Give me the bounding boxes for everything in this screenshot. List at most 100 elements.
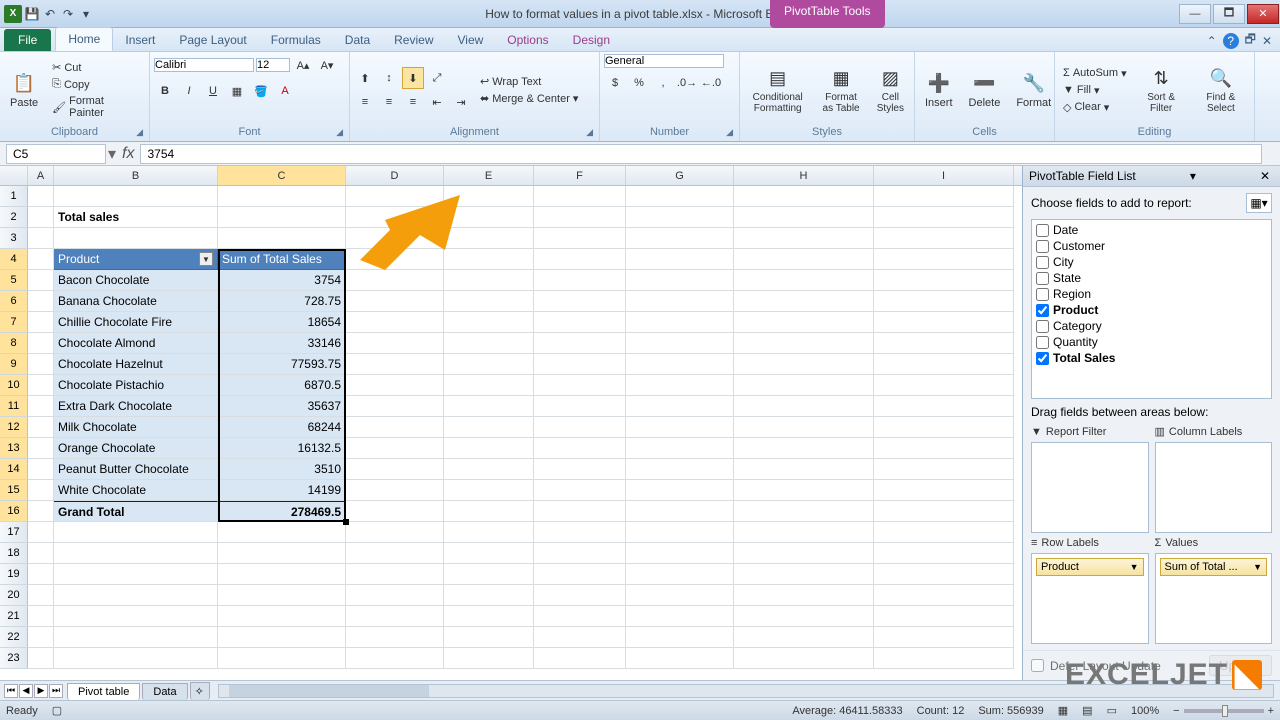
filter-dropdown-icon[interactable]: ▼ bbox=[199, 252, 213, 266]
increase-decimal-icon[interactable]: .0→ bbox=[676, 72, 698, 94]
minimize-ribbon-icon[interactable]: ⌃ bbox=[1207, 34, 1217, 48]
format-painter-button[interactable]: 🖌Format Painter bbox=[48, 94, 145, 120]
pivot-row-label[interactable]: White Chocolate bbox=[54, 480, 218, 501]
increase-indent-icon[interactable]: ⇥ bbox=[450, 91, 472, 113]
row-header[interactable]: 5 bbox=[0, 270, 28, 291]
col-header-G[interactable]: G bbox=[626, 166, 734, 185]
pivot-header-sum[interactable]: Sum of Total Sales bbox=[218, 249, 346, 270]
field-customer[interactable]: Customer bbox=[1034, 238, 1269, 254]
tab-design[interactable]: Design bbox=[561, 29, 622, 51]
conditional-formatting-button[interactable]: ▤Conditional Formatting bbox=[744, 64, 811, 116]
pivot-row-value[interactable]: 6870.5 bbox=[218, 375, 346, 396]
pivot-row-label[interactable]: Chocolate Pistachio bbox=[54, 375, 218, 396]
col-header-H[interactable]: H bbox=[734, 166, 874, 185]
field-checkbox[interactable] bbox=[1036, 288, 1049, 301]
number-dialog-icon[interactable]: ◢ bbox=[726, 127, 733, 138]
insert-cells-button[interactable]: ➕Insert bbox=[919, 69, 959, 111]
field-checkbox[interactable] bbox=[1036, 272, 1049, 285]
row-header[interactable]: 11 bbox=[0, 396, 28, 417]
field-category[interactable]: Category bbox=[1034, 318, 1269, 334]
field-checkbox[interactable] bbox=[1036, 352, 1049, 365]
tab-view[interactable]: View bbox=[446, 29, 496, 51]
row-header[interactable]: 2 bbox=[0, 207, 28, 228]
macro-record-icon[interactable]: ▢ bbox=[52, 704, 62, 717]
delete-cells-button[interactable]: ➖Delete bbox=[963, 69, 1007, 111]
formula-input[interactable] bbox=[140, 144, 1262, 164]
number-format-combo[interactable] bbox=[604, 54, 724, 68]
row-header[interactable]: 4 bbox=[0, 249, 28, 270]
view-pagebreak-icon[interactable]: ▭ bbox=[1107, 704, 1117, 717]
zoom-out-icon[interactable]: − bbox=[1173, 705, 1179, 717]
pivot-row-label[interactable]: Milk Chocolate bbox=[54, 417, 218, 438]
zone-values[interactable]: Sum of Total ...▼ bbox=[1155, 553, 1273, 644]
fx-icon[interactable]: fx bbox=[122, 145, 134, 163]
row-field-product[interactable]: Product▼ bbox=[1036, 558, 1144, 576]
decrease-font-icon[interactable]: A▾ bbox=[316, 54, 338, 76]
field-list-box[interactable]: DateCustomerCityStateRegionProductCatego… bbox=[1031, 219, 1272, 399]
align-bottom-icon[interactable]: ⬇ bbox=[402, 67, 424, 89]
sheet-tab-data[interactable]: Data bbox=[142, 683, 187, 700]
align-left-icon[interactable]: ≡ bbox=[354, 91, 376, 113]
window-restore-icon[interactable]: 🗗 bbox=[1245, 30, 1256, 51]
view-normal-icon[interactable]: ▦ bbox=[1058, 704, 1068, 717]
align-middle-icon[interactable]: ↕ bbox=[378, 67, 400, 89]
pivot-row-value[interactable]: 728.75 bbox=[218, 291, 346, 312]
tab-insert[interactable]: Insert bbox=[113, 29, 167, 51]
row-header[interactable]: 6 bbox=[0, 291, 28, 312]
grand-total-value[interactable]: 278469.5 bbox=[218, 501, 346, 522]
col-header-F[interactable]: F bbox=[534, 166, 626, 185]
pivot-row-value[interactable]: 16132.5 bbox=[218, 438, 346, 459]
zoom-slider[interactable] bbox=[1184, 709, 1264, 713]
field-date[interactable]: Date bbox=[1034, 222, 1269, 238]
pivot-row-value[interactable]: 3510 bbox=[218, 459, 346, 480]
cell-styles-button[interactable]: ▨Cell Styles bbox=[871, 64, 910, 116]
pivot-row-label[interactable]: Chillie Chocolate Fire bbox=[54, 312, 218, 333]
tab-nav-prev-icon[interactable]: ◀ bbox=[19, 684, 33, 698]
grand-total-label[interactable]: Grand Total bbox=[54, 501, 218, 522]
copy-button[interactable]: ⎘Copy bbox=[48, 77, 145, 92]
decrease-indent-icon[interactable]: ⇤ bbox=[426, 91, 448, 113]
font-color-button[interactable]: A bbox=[274, 80, 296, 102]
row-header[interactable]: 14 bbox=[0, 459, 28, 480]
border-button[interactable]: ▦ bbox=[226, 80, 248, 102]
sheet-tab-pivot[interactable]: Pivot table bbox=[67, 683, 140, 700]
fill-color-button[interactable]: 🪣 bbox=[250, 80, 272, 102]
col-header-I[interactable]: I bbox=[874, 166, 1014, 185]
redo-icon[interactable]: ↷ bbox=[60, 6, 76, 22]
clipboard-dialog-icon[interactable]: ◢ bbox=[136, 127, 143, 138]
row-header[interactable]: 12 bbox=[0, 417, 28, 438]
value-field-sum[interactable]: Sum of Total ...▼ bbox=[1160, 558, 1268, 576]
bold-button[interactable]: B bbox=[154, 80, 176, 102]
row-header[interactable]: 13 bbox=[0, 438, 28, 459]
tab-nav-first-icon[interactable]: ⏮ bbox=[4, 684, 18, 698]
pivot-row-label[interactable]: Chocolate Hazelnut bbox=[54, 354, 218, 375]
row-header[interactable]: 10 bbox=[0, 375, 28, 396]
font-size-combo[interactable] bbox=[256, 58, 290, 72]
row-header[interactable]: 23 bbox=[0, 648, 28, 669]
italic-button[interactable]: I bbox=[178, 80, 200, 102]
col-header-B[interactable]: B bbox=[54, 166, 218, 185]
row-header[interactable]: 17 bbox=[0, 522, 28, 543]
select-all-corner[interactable] bbox=[0, 166, 28, 185]
chevron-down-icon[interactable]: ▼ bbox=[1130, 562, 1139, 572]
merge-center-button[interactable]: ⬌Merge & Center ▾ bbox=[476, 91, 582, 106]
pivot-row-label[interactable]: Chocolate Almond bbox=[54, 333, 218, 354]
percent-icon[interactable]: % bbox=[628, 72, 650, 94]
pivot-row-label[interactable]: Banana Chocolate bbox=[54, 291, 218, 312]
new-sheet-button[interactable]: ✧ bbox=[190, 682, 210, 700]
minimize-button[interactable]: — bbox=[1179, 4, 1211, 24]
font-name-combo[interactable] bbox=[154, 58, 254, 72]
view-layout-icon[interactable]: ▤ bbox=[1082, 704, 1092, 717]
fill-button[interactable]: ▼Fill ▾ bbox=[1059, 83, 1131, 98]
col-header-E[interactable]: E bbox=[444, 166, 534, 185]
underline-button[interactable]: U bbox=[202, 80, 224, 102]
sort-filter-button[interactable]: ⇅Sort & Filter bbox=[1135, 64, 1188, 116]
tab-data[interactable]: Data bbox=[333, 29, 382, 51]
pivot-row-value[interactable]: 77593.75 bbox=[218, 354, 346, 375]
paste-button[interactable]: 📋Paste bbox=[4, 69, 44, 111]
align-top-icon[interactable]: ⬆ bbox=[354, 67, 376, 89]
close-button[interactable]: ✕ bbox=[1247, 4, 1279, 24]
field-checkbox[interactable] bbox=[1036, 224, 1049, 237]
pivot-row-label[interactable]: Extra Dark Chocolate bbox=[54, 396, 218, 417]
currency-icon[interactable]: $ bbox=[604, 72, 626, 94]
